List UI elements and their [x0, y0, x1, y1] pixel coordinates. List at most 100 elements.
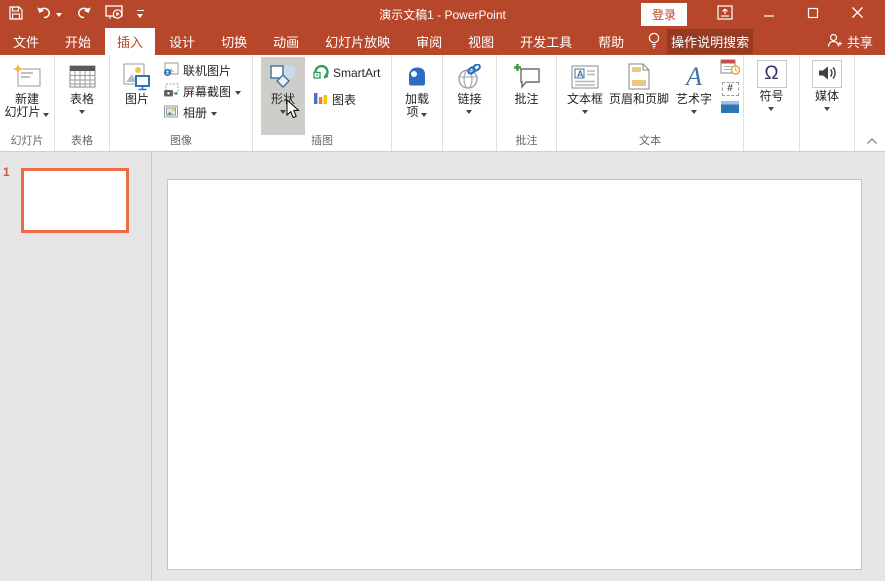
- tab-design[interactable]: 设计: [157, 28, 207, 55]
- slide-thumbnails-panel[interactable]: 1: [0, 152, 152, 581]
- new-slide-button[interactable]: 新建 幻灯片: [2, 57, 51, 135]
- comment-button[interactable]: 批注: [505, 57, 549, 135]
- table-button[interactable]: 表格: [60, 57, 104, 135]
- undo-icon: [36, 6, 53, 23]
- tab-view[interactable]: 视图: [456, 28, 506, 55]
- screenshot-label: 屏幕截图: [183, 83, 231, 100]
- share-label: 共享: [847, 32, 873, 51]
- group-text: A 文本框 页眉和页脚 A 艺术字: [557, 55, 744, 151]
- customize-qat-icon: [137, 10, 144, 18]
- group-label-addins: [392, 135, 442, 151]
- symbol-caret-icon: [768, 105, 775, 111]
- close-button[interactable]: [835, 0, 879, 28]
- tell-me-search[interactable]: 操作说明搜索: [647, 28, 753, 55]
- tab-home[interactable]: 开始: [53, 28, 103, 55]
- comment-label: 批注: [514, 93, 538, 106]
- images-small-buttons: 联机图片 屏幕截图 相册: [159, 57, 242, 135]
- ribbon-display-options-icon: [717, 5, 733, 23]
- undo-button[interactable]: [36, 6, 63, 23]
- header-footer-button[interactable]: 页眉和页脚: [607, 57, 671, 135]
- group-slides: 新建 幻灯片 幻灯片: [0, 55, 55, 151]
- ribbon: 新建 幻灯片 幻灯片 表格 表格: [0, 55, 885, 152]
- textbox-caret-icon: [582, 108, 589, 114]
- group-links: 链接: [443, 55, 497, 151]
- text-mini-buttons: #: [719, 57, 741, 135]
- object-button[interactable]: [719, 100, 741, 117]
- tab-developer[interactable]: 开发工具: [508, 28, 584, 55]
- group-label-tables: 表格: [55, 135, 109, 151]
- tab-transitions[interactable]: 切换: [209, 28, 259, 55]
- online-pictures-label: 联机图片: [183, 62, 231, 79]
- maximize-button[interactable]: [791, 0, 835, 28]
- minimize-icon: [763, 7, 775, 22]
- ribbon-tab-row: 文件 开始 插入 设计 切换 动画 幻灯片放映 审阅 视图 开发工具 帮助 操作…: [0, 28, 885, 55]
- customize-qat-button[interactable]: [137, 10, 144, 18]
- workspace: 1: [0, 152, 885, 581]
- links-button[interactable]: 链接: [448, 57, 492, 135]
- start-slideshow-button[interactable]: [105, 5, 124, 23]
- textbox-button[interactable]: A 文本框: [563, 57, 607, 135]
- tab-row-spacer: [753, 28, 827, 55]
- save-icon: [9, 6, 23, 23]
- media-caret-icon: [824, 105, 831, 111]
- photo-album-button[interactable]: 相册: [163, 102, 218, 123]
- date-time-button[interactable]: [719, 60, 741, 77]
- slide-1-thumbnail[interactable]: [21, 168, 129, 233]
- redo-icon: [76, 6, 92, 23]
- share-person-icon: [827, 33, 842, 51]
- picture-button[interactable]: 图片: [115, 57, 159, 135]
- tab-review[interactable]: 审阅: [404, 28, 454, 55]
- online-pictures-icon: [163, 62, 179, 80]
- collapse-ribbon-button[interactable]: [866, 133, 878, 148]
- slide-canvas[interactable]: [167, 179, 862, 570]
- tab-help[interactable]: 帮助: [586, 28, 636, 55]
- group-label-illustrations: 插图: [253, 135, 391, 151]
- tab-insert[interactable]: 插入: [105, 28, 155, 55]
- shapes-caret-icon: [280, 108, 287, 114]
- save-button[interactable]: [9, 6, 23, 23]
- table-label: 表格: [70, 93, 94, 106]
- group-label-links: [443, 135, 496, 151]
- wordart-caret-icon: [691, 108, 698, 114]
- wordart-button[interactable]: A 艺术字: [671, 57, 717, 135]
- symbol-button[interactable]: Ω 符号: [750, 57, 794, 135]
- group-media: 媒体: [800, 55, 855, 151]
- redo-button[interactable]: [76, 6, 92, 23]
- symbol-omega-icon: Ω: [764, 64, 778, 84]
- group-label-comments: 批注: [497, 135, 556, 151]
- photo-album-icon: [163, 104, 179, 122]
- picture-label: 图片: [125, 93, 149, 106]
- ribbon-display-options-button[interactable]: [703, 0, 747, 28]
- tab-file[interactable]: 文件: [1, 28, 51, 55]
- new-slide-label-line2: 幻灯片: [4, 106, 40, 119]
- tab-slide-show[interactable]: 幻灯片放映: [313, 28, 402, 55]
- window-controls: 登录: [641, 0, 885, 28]
- wordart-icon: A: [686, 64, 702, 90]
- tell-me-label: 操作说明搜索: [667, 29, 753, 54]
- addins-button[interactable]: 加载 项: [395, 57, 439, 135]
- minimize-button[interactable]: [747, 0, 791, 28]
- media-label: 媒体: [815, 90, 839, 103]
- smartart-button[interactable]: SmartArt: [313, 60, 380, 86]
- addins-icon: [405, 60, 429, 93]
- slide-number: 1: [3, 165, 10, 179]
- slide-number-button[interactable]: #: [719, 80, 741, 97]
- powerpoint-window: 演示文稿1 - PowerPoint 登录 文件 开始 插入 设计 切换 动: [0, 0, 885, 581]
- group-label-text: 文本: [557, 135, 743, 151]
- shapes-button[interactable]: 形状: [261, 57, 305, 135]
- screenshot-button[interactable]: 屏幕截图: [163, 81, 242, 102]
- textbox-label: 文本框: [567, 93, 603, 106]
- undo-caret-icon: [56, 11, 63, 17]
- smartart-icon: [313, 64, 329, 82]
- lightbulb-icon: [647, 32, 661, 52]
- start-slideshow-icon: [105, 5, 124, 23]
- collapse-ribbon-chevron-icon: [866, 133, 878, 148]
- online-pictures-button[interactable]: 联机图片: [163, 60, 231, 81]
- media-button[interactable]: 媒体: [805, 57, 849, 135]
- wordart-label: 艺术字: [676, 93, 712, 106]
- chart-button[interactable]: 图表: [313, 86, 356, 112]
- sign-in-button[interactable]: 登录: [641, 3, 687, 26]
- share-button[interactable]: 共享: [827, 28, 885, 55]
- tab-animations[interactable]: 动画: [261, 28, 311, 55]
- links-caret-icon: [466, 108, 473, 114]
